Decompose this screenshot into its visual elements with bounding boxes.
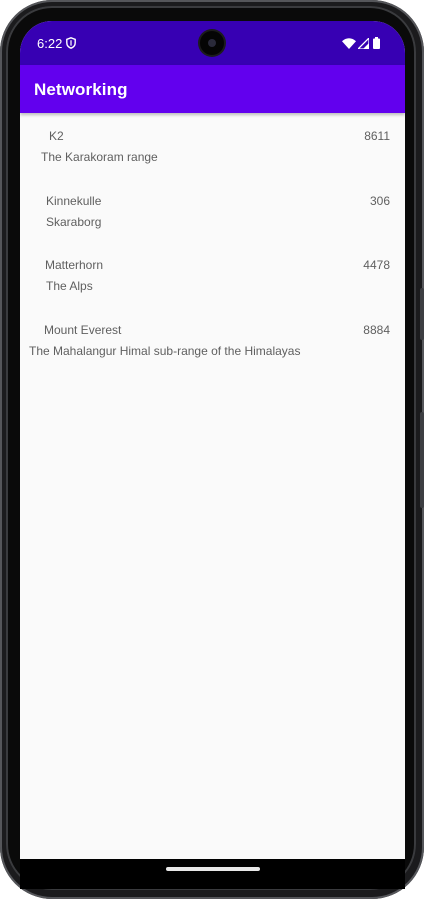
mountain-name: Mount Everest <box>44 322 122 337</box>
mountain-height: 8884 <box>363 322 390 337</box>
list-item[interactable]: K2 8611 The Karakoram range <box>20 113 405 178</box>
wifi-icon <box>342 38 356 49</box>
status-bar: 6:22 <box>20 21 405 65</box>
status-time: 6:22 <box>37 36 63 51</box>
battery-icon <box>373 37 380 49</box>
mountain-range: The Alps <box>46 279 93 293</box>
mountain-range: Skaraborg <box>46 214 102 229</box>
navigation-bar <box>20 859 405 889</box>
power-button <box>420 288 424 340</box>
app-bar: Networking <box>20 65 405 113</box>
list-item[interactable]: Matterhorn 4478 The Alps <box>20 242 405 307</box>
mountain-height: 4478 <box>363 258 390 272</box>
app-title: Networking <box>34 80 128 99</box>
home-indicator[interactable] <box>166 867 260 871</box>
shield-icon <box>66 37 76 49</box>
mountain-range: The Mahalangur Himal sub-range of the Hi… <box>29 343 301 358</box>
mountain-height: 8611 <box>364 129 390 143</box>
mountain-list[interactable]: K2 8611 The Karakoram range Kinnekulle 3… <box>20 113 405 371</box>
mountain-name: Matterhorn <box>45 258 104 272</box>
volume-button <box>420 412 424 508</box>
front-camera <box>200 31 224 55</box>
mountain-height: 306 <box>369 193 390 208</box>
list-item[interactable]: Mount Everest 8884 The Mahalangur Himal … <box>20 307 405 372</box>
screen: 6:22 Networking K2 8611 The Karakoram ra… <box>20 21 405 859</box>
list-item[interactable]: Kinnekulle 306 Skaraborg <box>20 178 405 243</box>
mountain-name: K2 <box>49 129 64 143</box>
mountain-range: The Karakoram range <box>41 150 158 164</box>
signal-icon <box>358 38 369 49</box>
mountain-name: Kinnekulle <box>46 193 102 208</box>
